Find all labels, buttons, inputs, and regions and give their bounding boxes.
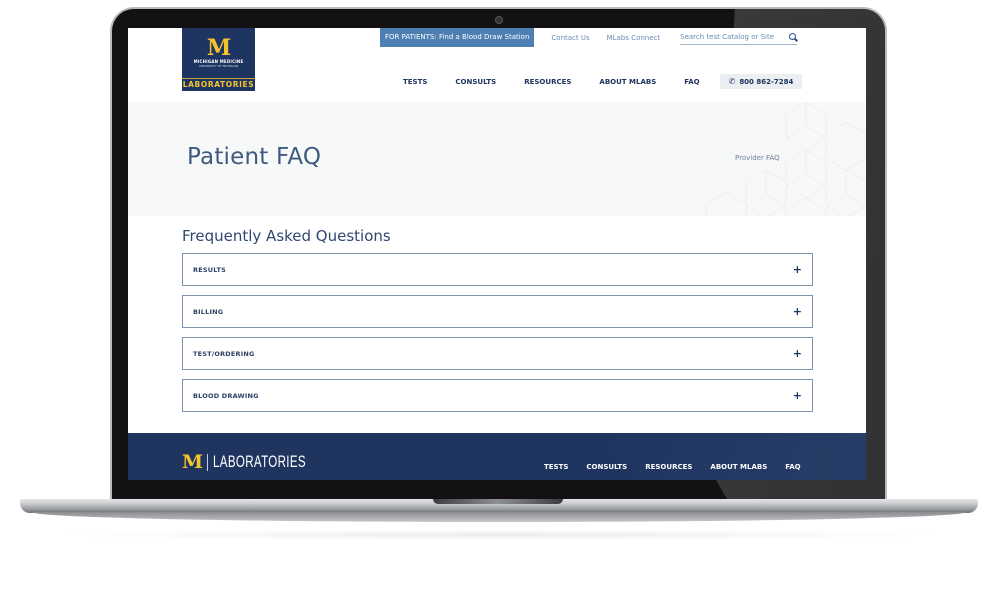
- nav-tests[interactable]: TESTS: [403, 78, 427, 86]
- faq-item-label: TEST/ORDERING: [193, 349, 255, 358]
- faq-item-results[interactable]: RESULTS +: [182, 253, 813, 286]
- plus-icon[interactable]: +: [793, 348, 802, 359]
- phone-button[interactable]: ✆ 800 862-7284: [719, 74, 803, 89]
- search-icon[interactable]: [789, 33, 797, 41]
- plus-icon[interactable]: +: [793, 306, 802, 317]
- contact-us-link[interactable]: Contact Us: [551, 34, 589, 42]
- footer-logo-word: LABORATORIES: [213, 452, 306, 471]
- laptop-base-edge: [32, 512, 966, 522]
- website-screen: M MICHIGAN MEDICINE UNIVERSITY OF MICHIG…: [128, 28, 866, 480]
- laptop-hinge-notch: [433, 499, 563, 504]
- utility-bar: FOR PATIENTS: Find a Blood Draw Station …: [380, 28, 798, 47]
- nav-resources[interactable]: RESOURCES: [524, 78, 571, 86]
- faq-item-blood-drawing[interactable]: BLOOD DRAWING +: [182, 379, 813, 412]
- plus-icon[interactable]: +: [793, 264, 802, 275]
- find-blood-draw-station-button[interactable]: FOR PATIENTS: Find a Blood Draw Station: [380, 28, 535, 47]
- block-m-icon: M: [182, 451, 203, 473]
- faq-item-label: RESULTS: [193, 265, 226, 274]
- footer-nav-tests[interactable]: TESTS: [544, 463, 568, 471]
- logo-unit: LABORATORIES: [182, 78, 255, 89]
- page-title: Patient FAQ: [187, 144, 322, 170]
- camera-icon: [496, 17, 502, 23]
- main-nav: TESTS CONSULTS RESOURCES ABOUT MLABS FAQ…: [403, 74, 803, 89]
- provider-faq-link[interactable]: Provider FAQ: [735, 154, 780, 162]
- site-search: [680, 30, 798, 45]
- michigan-medicine-labs-logo[interactable]: M MICHIGAN MEDICINE UNIVERSITY OF MICHIG…: [182, 28, 255, 91]
- faq-item-test-ordering[interactable]: TEST/ORDERING +: [182, 337, 813, 370]
- page-hero: Patient FAQ Provider FAQ: [128, 102, 866, 216]
- faq-item-billing[interactable]: BILLING +: [182, 295, 813, 328]
- plus-icon[interactable]: +: [793, 390, 802, 401]
- block-m-icon: M: [206, 35, 231, 61]
- faq-accordion: RESULTS + BILLING + TEST/ORDERING + BLOO…: [182, 253, 813, 421]
- nav-consults[interactable]: CONSULTS: [455, 78, 496, 86]
- faq-item-label: BILLING: [193, 307, 224, 316]
- search-input[interactable]: [680, 33, 786, 41]
- nav-faq[interactable]: FAQ: [684, 78, 699, 86]
- footer-nav-consults[interactable]: CONSULTS: [586, 463, 627, 471]
- nav-about-mlabs[interactable]: ABOUT MLABS: [599, 78, 656, 86]
- phone-icon: ✆: [728, 77, 736, 86]
- phone-number: 800 862-7284: [739, 77, 794, 86]
- mlabs-connect-link[interactable]: MLabs Connect: [607, 34, 661, 42]
- faq-heading: Frequently Asked Questions: [182, 227, 391, 245]
- footer-logo[interactable]: M LABORATORIES: [182, 452, 350, 472]
- laptop-shadow: [50, 530, 950, 540]
- logo-sub-line: UNIVERSITY OF MICHIGAN: [198, 64, 239, 68]
- logo-divider: [207, 453, 209, 471]
- faq-item-label: BLOOD DRAWING: [193, 391, 259, 400]
